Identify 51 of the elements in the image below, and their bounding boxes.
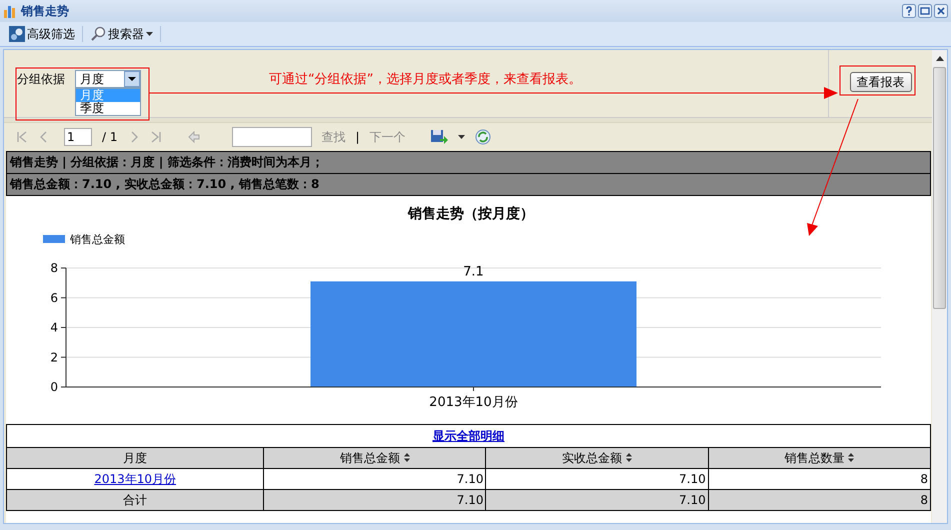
- vertical-scrollbar[interactable]: [932, 50, 947, 523]
- column-header: 月度: [6, 448, 264, 468]
- close-icon[interactable]: [934, 4, 948, 18]
- search-field[interactable]: [232, 127, 312, 147]
- column-header[interactable]: 销售总金额: [264, 448, 486, 468]
- y-tick-label: 6: [50, 290, 58, 305]
- y-tick-label: 0: [50, 380, 58, 394]
- separator-text: |: [356, 130, 360, 144]
- group-by-select[interactable]: 月度: [75, 70, 141, 88]
- maximize-icon[interactable]: [918, 4, 932, 18]
- y-tick-label: 8: [50, 261, 58, 275]
- group-by-label: 分组依据: [17, 70, 65, 88]
- show-details-link[interactable]: 显示全部明细: [432, 429, 504, 443]
- y-tick-label: 4: [50, 320, 58, 334]
- dropdown-option[interactable]: 季度: [76, 102, 140, 115]
- help-icon[interactable]: [902, 4, 916, 18]
- annotation-text: 可通过“分组依据”，选择月度或者季度，来查看报表。: [269, 71, 582, 88]
- chart-title: 销售走势（按月度）: [408, 206, 534, 222]
- page-count: / 1: [102, 130, 118, 144]
- column-header[interactable]: 实收总金额: [486, 448, 708, 468]
- bar-chart-icon: [3, 4, 17, 18]
- page-input[interactable]: 1: [64, 128, 92, 146]
- view-report-button[interactable]: 查看报表: [850, 72, 912, 92]
- save-icon[interactable]: [430, 129, 448, 145]
- refresh-icon[interactable]: [474, 129, 491, 145]
- data-label: 7.1: [463, 264, 484, 280]
- search-menu-button[interactable]: 搜索器: [87, 26, 156, 42]
- y-tick-label: 2: [50, 350, 58, 364]
- report-header: 销售走势 | 分组依据：月度 | 筛选条件：消费时间为本月；: [6, 151, 931, 173]
- table-cell: 7.10: [486, 490, 708, 510]
- legend-label: 销售总金额: [70, 233, 125, 246]
- sort-icon[interactable]: [626, 452, 632, 462]
- window-title: 销售走势: [21, 2, 69, 20]
- table-cell: 合计: [6, 490, 264, 510]
- sort-icon[interactable]: [404, 452, 410, 462]
- table-cell: 8: [708, 490, 930, 510]
- search-icon: [90, 26, 106, 42]
- table-cell: 7.10: [264, 490, 486, 510]
- sort-icon[interactable]: [848, 452, 854, 462]
- scroll-up-icon[interactable]: [936, 56, 944, 61]
- scroll-thumb[interactable]: [933, 67, 946, 309]
- report-summary: 销售总金额：7.10 , 实收总金额：7.10 , 销售总笔数：8: [6, 173, 931, 195]
- caret-icon[interactable]: [458, 135, 465, 139]
- last-page-icon[interactable]: [150, 131, 162, 143]
- filter-button[interactable]: 高级筛选: [6, 26, 78, 42]
- back-arrow-icon[interactable]: [188, 131, 200, 143]
- month-link[interactable]: 2013年10月份: [94, 472, 176, 486]
- first-page-icon[interactable]: [16, 131, 28, 143]
- caret-icon: [146, 32, 153, 36]
- column-header[interactable]: 销售总数量: [708, 448, 930, 468]
- x-tick-label: 2013年10月份: [429, 395, 518, 410]
